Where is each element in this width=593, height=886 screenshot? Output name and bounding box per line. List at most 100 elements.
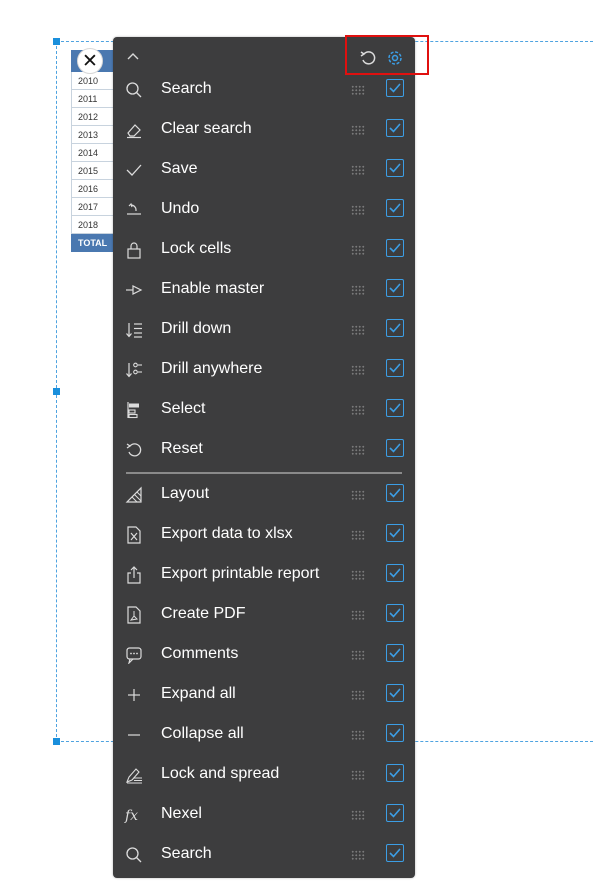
menu-item-reset[interactable]: Reset (113, 432, 415, 468)
checkmark-icon (123, 159, 145, 181)
drag-handle[interactable] (351, 490, 365, 500)
checkbox[interactable] (386, 199, 404, 217)
close-button[interactable]: ✕ (77, 48, 103, 74)
menu-item-label: Select (161, 400, 206, 417)
grid-row: 2010 (71, 72, 119, 90)
lock-spread-icon (123, 764, 145, 786)
checkbox[interactable] (386, 79, 404, 97)
drag-handle[interactable] (351, 530, 365, 540)
drag-handle[interactable] (351, 205, 365, 215)
lock-icon (123, 239, 145, 261)
menu-item-lock-cells[interactable]: Lock cells (113, 232, 415, 268)
menu-item-collapse-all[interactable]: Collapse all (113, 717, 415, 753)
checkbox[interactable] (386, 279, 404, 297)
menu-item-label: Create PDF (161, 605, 246, 622)
drag-handle[interactable] (351, 285, 365, 295)
menu-item-search[interactable]: Search (113, 72, 415, 108)
menu-item-enable-master[interactable]: Enable master (113, 272, 415, 308)
checkbox[interactable] (386, 119, 404, 137)
checkbox[interactable] (386, 684, 404, 702)
checkbox[interactable] (386, 399, 404, 417)
plus-icon (123, 684, 145, 706)
highlight-box (345, 35, 429, 75)
drag-handle[interactable] (351, 690, 365, 700)
checkbox[interactable] (386, 844, 404, 862)
select-icon (123, 399, 145, 421)
menu-item-label: Drill down (161, 320, 232, 337)
menu-item-drill-anywhere[interactable]: Drill anywhere (113, 352, 415, 388)
checkbox[interactable] (386, 439, 404, 457)
fx-icon: fx (123, 804, 145, 826)
menu-item-clear-search[interactable]: Clear search (113, 112, 415, 148)
menu-item-layout[interactable]: Layout (113, 477, 415, 513)
menu-item-label: Save (161, 160, 198, 177)
menu-item-label: Layout (161, 485, 210, 502)
drag-handle[interactable] (351, 570, 365, 580)
menu-item-undo[interactable]: Undo (113, 192, 415, 228)
search-icon (123, 844, 145, 866)
drag-handle[interactable] (351, 850, 365, 860)
checkbox[interactable] (386, 484, 404, 502)
export-icon (123, 564, 145, 586)
checkbox[interactable] (386, 524, 404, 542)
checkbox[interactable] (386, 604, 404, 622)
menu-item-lock-and-spread[interactable]: Lock and spread (113, 757, 415, 793)
menu-item-expand-all[interactable]: Expand all (113, 677, 415, 713)
pdf-file-icon (123, 604, 145, 626)
search-icon (123, 79, 145, 101)
menu-item-export-printable-report[interactable]: Export printable report (113, 557, 415, 593)
menu-item-label: Enable master (161, 280, 265, 297)
checkbox[interactable] (386, 644, 404, 662)
drill-anywhere-icon (123, 359, 145, 381)
checkbox[interactable] (386, 359, 404, 377)
drag-handle[interactable] (351, 770, 365, 780)
menu-item-label: Export printable report (161, 565, 320, 582)
menu-item-create-pdf[interactable]: Create PDF (113, 597, 415, 633)
drag-handle[interactable] (351, 810, 365, 820)
drag-handle[interactable] (351, 405, 365, 415)
eraser-icon (123, 119, 145, 141)
menu-item-label: Collapse all (161, 725, 244, 742)
menu-item-export-xlsx[interactable]: Export data to xlsx (113, 517, 415, 553)
checkbox[interactable] (386, 764, 404, 782)
checkbox[interactable] (386, 319, 404, 337)
resize-handle-top-left[interactable] (53, 38, 60, 45)
drag-handle[interactable] (351, 125, 365, 135)
drag-handle[interactable] (351, 85, 365, 95)
resize-handle-bottom-left[interactable] (53, 738, 60, 745)
menu-item-nexel[interactable]: fx Nexel (113, 797, 415, 833)
menu-item-drill-down[interactable]: Drill down (113, 312, 415, 348)
svg-text:fx: fx (124, 808, 138, 824)
comment-icon (123, 644, 145, 666)
menu-item-search-2[interactable]: Search (113, 837, 415, 873)
menu-item-label: Reset (161, 440, 203, 457)
xlsx-file-icon (123, 524, 145, 546)
checkbox[interactable] (386, 724, 404, 742)
undo-icon (123, 199, 145, 221)
menu-item-label: Expand all (161, 685, 236, 702)
master-link-icon (123, 279, 145, 301)
data-grid: 2010 2011 2012 2013 2014 2015 2016 2017 … (71, 50, 119, 252)
menu-item-save[interactable]: Save (113, 152, 415, 188)
menu-item-label: Search (161, 80, 212, 97)
drag-handle[interactable] (351, 165, 365, 175)
menu-item-comments[interactable]: Comments (113, 637, 415, 673)
drag-handle[interactable] (351, 610, 365, 620)
menu-item-label: Undo (161, 200, 200, 217)
drag-handle[interactable] (351, 245, 365, 255)
drag-handle[interactable] (351, 365, 365, 375)
checkbox[interactable] (386, 804, 404, 822)
drag-handle[interactable] (351, 730, 365, 740)
drag-handle[interactable] (351, 445, 365, 455)
menu-divider (126, 472, 402, 474)
resize-handle-middle-left[interactable] (53, 388, 60, 395)
drag-handle[interactable] (351, 325, 365, 335)
menu-item-select[interactable]: Select (113, 392, 415, 428)
checkbox[interactable] (386, 159, 404, 177)
checkbox[interactable] (386, 239, 404, 257)
layout-icon (123, 484, 145, 506)
chevron-up-icon[interactable] (125, 49, 141, 70)
checkbox[interactable] (386, 564, 404, 582)
drag-handle[interactable] (351, 650, 365, 660)
toolbar-menu-panel: Search Clear search Save Undo Lock cells… (113, 37, 415, 878)
